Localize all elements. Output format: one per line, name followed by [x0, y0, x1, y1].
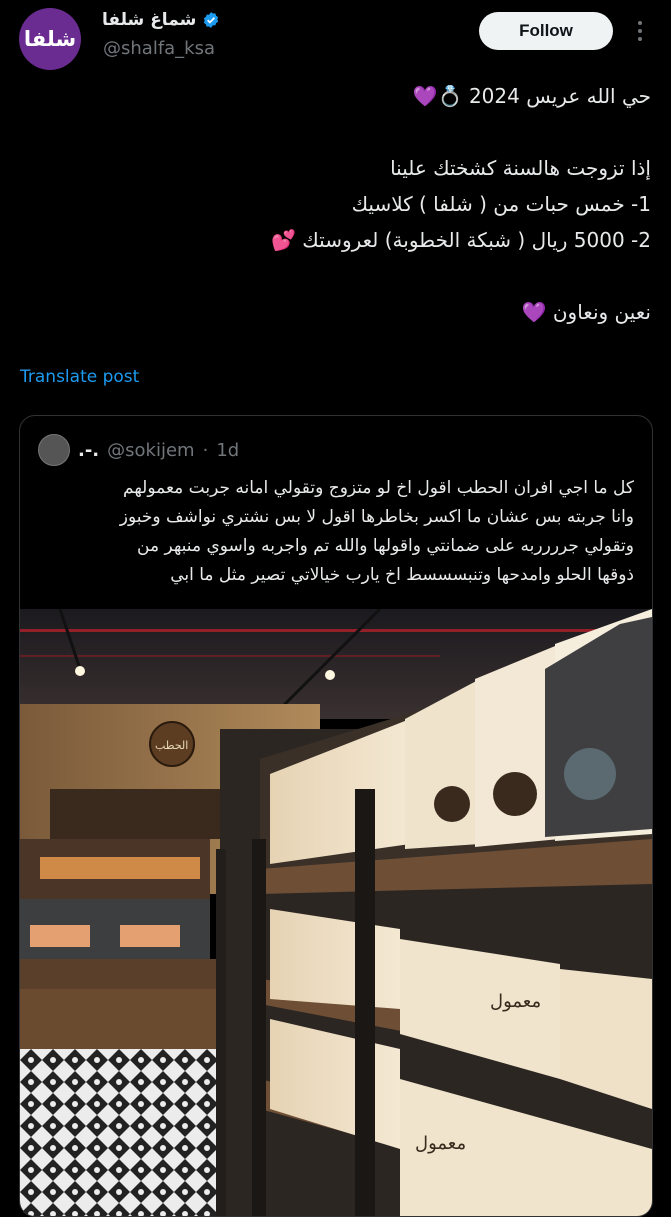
tweet-line — [21, 258, 651, 294]
tweet-line: 1- خمس حبات من ( شلفا ) كلاسيك — [351, 192, 651, 216]
follow-button[interactable]: Follow — [479, 12, 613, 50]
tweet-line: إذا تزوجت هالسنة كشختك علينا — [390, 156, 651, 180]
bakery-shelves-image: معمول معمول الحطب — [20, 609, 652, 1216]
quoted-post-text: كل ما اجي افران الحطب اقول اخ لو متزوج و… — [34, 474, 634, 590]
tweet-text: حي الله عريس 2024 💍💜 إذا تزوجت هالسنة كش… — [21, 78, 651, 330]
avatar-logo-text: شلفا — [23, 27, 77, 51]
quoted-post[interactable]: .-. @sokijem · 1d كل ما اجي افران الحطب … — [19, 415, 653, 1217]
box-label: معمول — [490, 991, 541, 1012]
author-avatar[interactable]: شلفا — [19, 8, 81, 70]
translate-post-link[interactable]: Translate post — [20, 367, 139, 387]
quoted-line: ذوقها الحلو وامدحها وتنبسسسط اخ يارب خيا… — [170, 565, 634, 585]
verified-badge-icon — [204, 12, 219, 28]
more-options-icon[interactable] — [627, 14, 653, 48]
tweet-line: حي الله عريس 2024 💍💜 — [412, 84, 651, 108]
dot-separator: · — [202, 439, 209, 461]
quoted-post-photo[interactable]: معمول معمول الحطب — [20, 609, 652, 1216]
tweet-line — [21, 114, 651, 150]
author-handle[interactable]: @shalfa_ksa — [103, 38, 215, 59]
quoted-author-avatar[interactable] — [38, 434, 70, 466]
quoted-line: كل ما اجي افران الحطب اقول اخ لو متزوج و… — [123, 478, 634, 498]
quoted-post-time[interactable]: 1d — [216, 440, 239, 461]
store-logo-text: الحطب — [155, 739, 188, 752]
box-label: معمول — [415, 1133, 466, 1154]
tweet-line: 2- 5000 ريال ( شبكة الخطوبة) لعروستك 💕 — [271, 228, 651, 252]
quoted-line: وتقولي جرررربه على ضمانتي واقولها والله … — [137, 536, 634, 556]
quoted-post-header: .-. @sokijem · 1d — [38, 434, 239, 466]
quoted-author-handle[interactable]: @sokijem — [107, 440, 194, 461]
tweet-header: شلفا شماغ شلفا @shalfa_ksa Follow — [0, 0, 671, 70]
tweet-line: نعين ونعاون 💜 — [521, 300, 651, 324]
quoted-author-name[interactable]: .-. — [78, 440, 99, 461]
author-display-name[interactable]: شماغ شلفا — [102, 10, 196, 30]
author-name-row: شماغ شلفا — [102, 10, 220, 30]
quoted-line: وانا جربته بس عشان ما اكسر بخاطرها اقول … — [119, 507, 634, 527]
